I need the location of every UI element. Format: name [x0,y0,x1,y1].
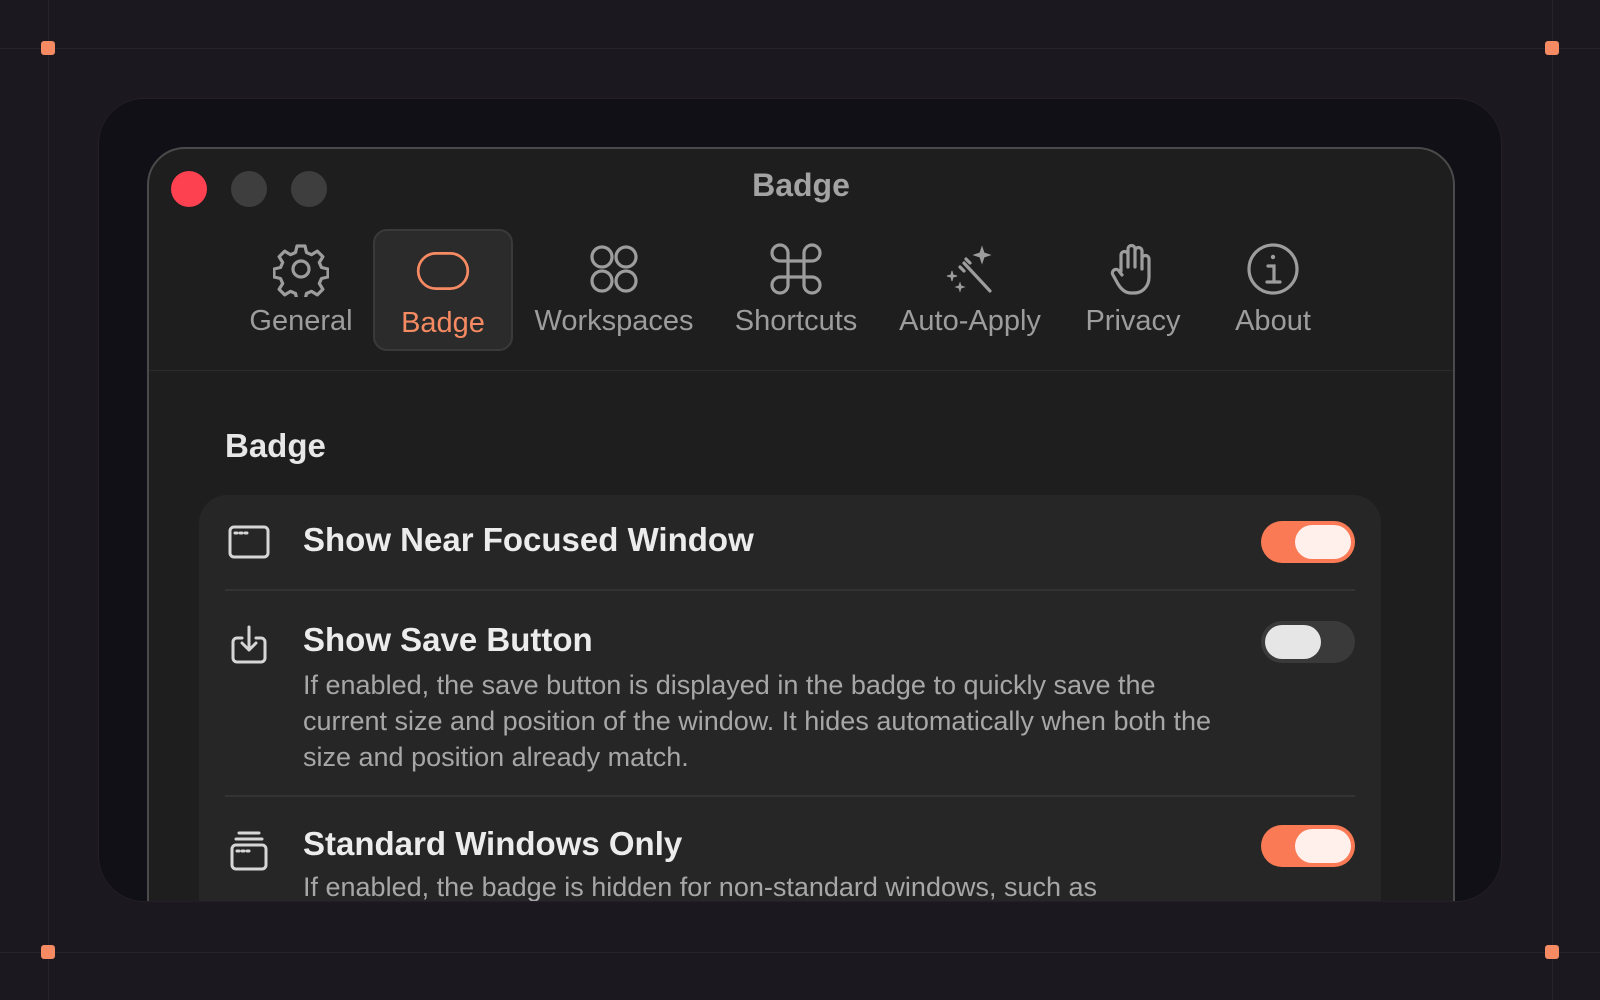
info-icon [1245,241,1301,297]
setting-title: Show Save Button [303,621,593,658]
window-icon [225,518,273,566]
tab-shortcuts-label: Shortcuts [734,305,858,337]
section-title: Badge [225,427,326,464]
tab-about-label: About [1235,305,1311,337]
corner-handle-top-right[interactable] [1545,41,1559,55]
setting-description: If enabled, the badge is hidden for non-… [303,872,1098,902]
tab-general-label: General [249,305,353,337]
hand-icon [1105,241,1161,297]
tab-auto-apply-label: Auto-Apply [899,305,1041,337]
tab-general[interactable]: General [237,229,365,351]
guide-line-top [0,48,1600,49]
corner-handle-bottom-right[interactable] [1545,945,1559,959]
setting-row-show-save-button: Show Save Button If enabled, the save bu… [199,591,1381,795]
show-save-button-toggle[interactable] [1261,621,1355,663]
show-near-focused-window-toggle[interactable] [1261,521,1355,563]
settings-window: Badge General Badge Workspaces Shortcuts… [147,147,1455,902]
magic-wand-icon [942,241,998,297]
settings-tab-bar: General Badge Workspaces Shortcuts Auto-… [149,229,1453,371]
setting-title: Show Near Focused Window [303,521,754,558]
setting-title: Standard Windows Only [303,825,683,862]
tab-shortcuts[interactable]: Shortcuts [723,229,869,351]
tab-about[interactable]: About [1213,229,1333,351]
tab-privacy-label: Privacy [1085,305,1181,337]
setting-description: If enabled, the save button is displayed… [303,670,1212,772]
canvas: Badge General Badge Workspaces Shortcuts… [0,0,1600,1000]
tab-workspaces-label: Workspaces [534,305,694,337]
corner-handle-top-left[interactable] [41,41,55,55]
guide-line-bottom [0,952,1600,953]
settings-group: Show Near Focused Window Show Save Butto… [199,495,1381,902]
setting-row-standard-windows-only: Standard Windows Only If enabled, the ba… [199,797,1381,902]
corner-handle-bottom-left[interactable] [41,945,55,959]
stacked-windows-icon [225,827,273,875]
title-bar: Badge [149,149,1453,229]
tab-auto-apply[interactable]: Auto-Apply [885,229,1055,351]
window-title: Badge [752,167,850,203]
four-circles-icon [586,241,642,297]
tab-workspaces[interactable]: Workspaces [529,229,699,351]
gear-icon [273,241,329,297]
toggle-knob [1295,525,1351,559]
standard-windows-only-toggle[interactable] [1261,825,1355,867]
toggle-knob [1265,625,1321,659]
toggle-knob [1295,829,1351,863]
tab-badge-label: Badge [401,307,485,339]
guide-line-right [1552,0,1553,1000]
device-frame: Badge General Badge Workspaces Shortcuts… [98,98,1502,902]
tab-badge[interactable]: Badge [373,229,513,351]
tab-privacy[interactable]: Privacy [1073,229,1193,351]
command-icon [768,241,824,297]
badge-pill-icon [415,243,471,299]
guide-line-left [48,0,49,1000]
save-download-icon [225,621,273,669]
setting-row-show-near-focused-window: Show Near Focused Window [199,495,1381,589]
